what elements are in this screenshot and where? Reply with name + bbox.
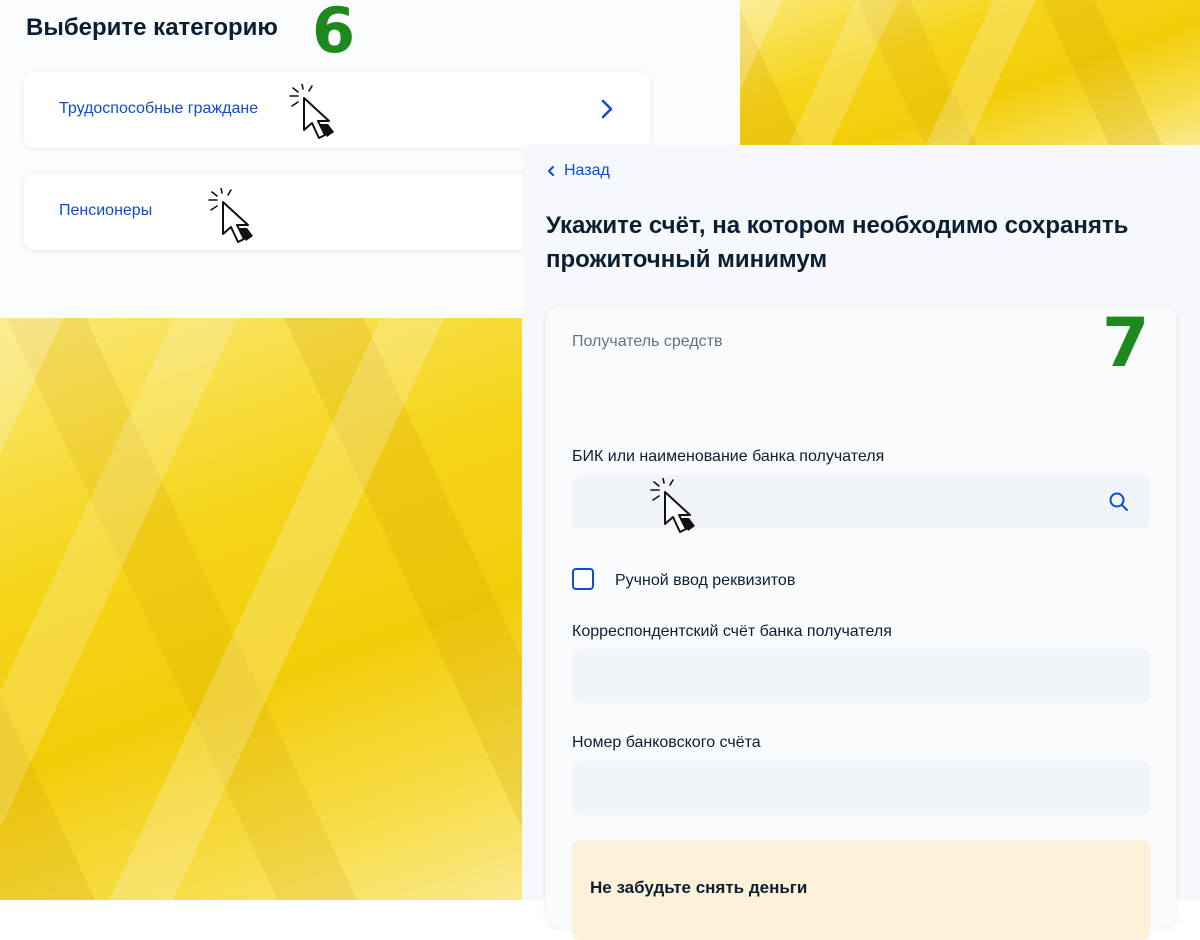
back-link[interactable]: Назад <box>546 162 610 180</box>
category-label: Трудоспособные граждане <box>59 100 259 117</box>
manual-entry-label[interactable]: Ручной ввод реквизитов <box>615 572 795 590</box>
account-number-input[interactable] <box>572 761 1150 815</box>
corr-account-label: Корреспондентский счёт банка получателя <box>572 623 892 640</box>
account-page-title: Укажите счёт, на котором необходимо сохр… <box>546 212 1129 273</box>
click-cursor-icon <box>650 478 695 533</box>
bank-field-label: БИК или наименование банка получателя <box>572 448 885 465</box>
step-number-7: 7 <box>1102 304 1150 383</box>
bank-account-panel: Назад Укажите счёт, на котором необходим… <box>522 145 1200 940</box>
back-label: Назад <box>564 162 610 179</box>
notice-title: Не забудьте снять деньги <box>590 878 808 897</box>
step-number-6: 6 <box>312 0 356 67</box>
chevron-left-icon <box>548 166 554 176</box>
account-form-card: Получатель средств БИК или наименование … <box>546 307 1176 940</box>
account-number-label: Номер банковского счёта <box>572 734 761 751</box>
search-icon[interactable] <box>1108 491 1130 513</box>
manual-entry-checkbox[interactable] <box>572 568 594 590</box>
yellow-decorative-image-left <box>0 318 522 900</box>
chevron-right-icon <box>601 99 613 119</box>
click-cursor-icon <box>208 188 253 243</box>
recipient-label: Получатель средств <box>572 333 723 350</box>
corr-account-input[interactable] <box>572 649 1150 703</box>
click-cursor-icon <box>289 84 334 139</box>
category-page-title: Выберите категорию <box>26 14 278 41</box>
notice-box: Не забудьте снять деньги <box>572 840 1150 940</box>
category-label: Пенсионеры <box>59 202 153 219</box>
yellow-decorative-image-top <box>740 0 1200 145</box>
